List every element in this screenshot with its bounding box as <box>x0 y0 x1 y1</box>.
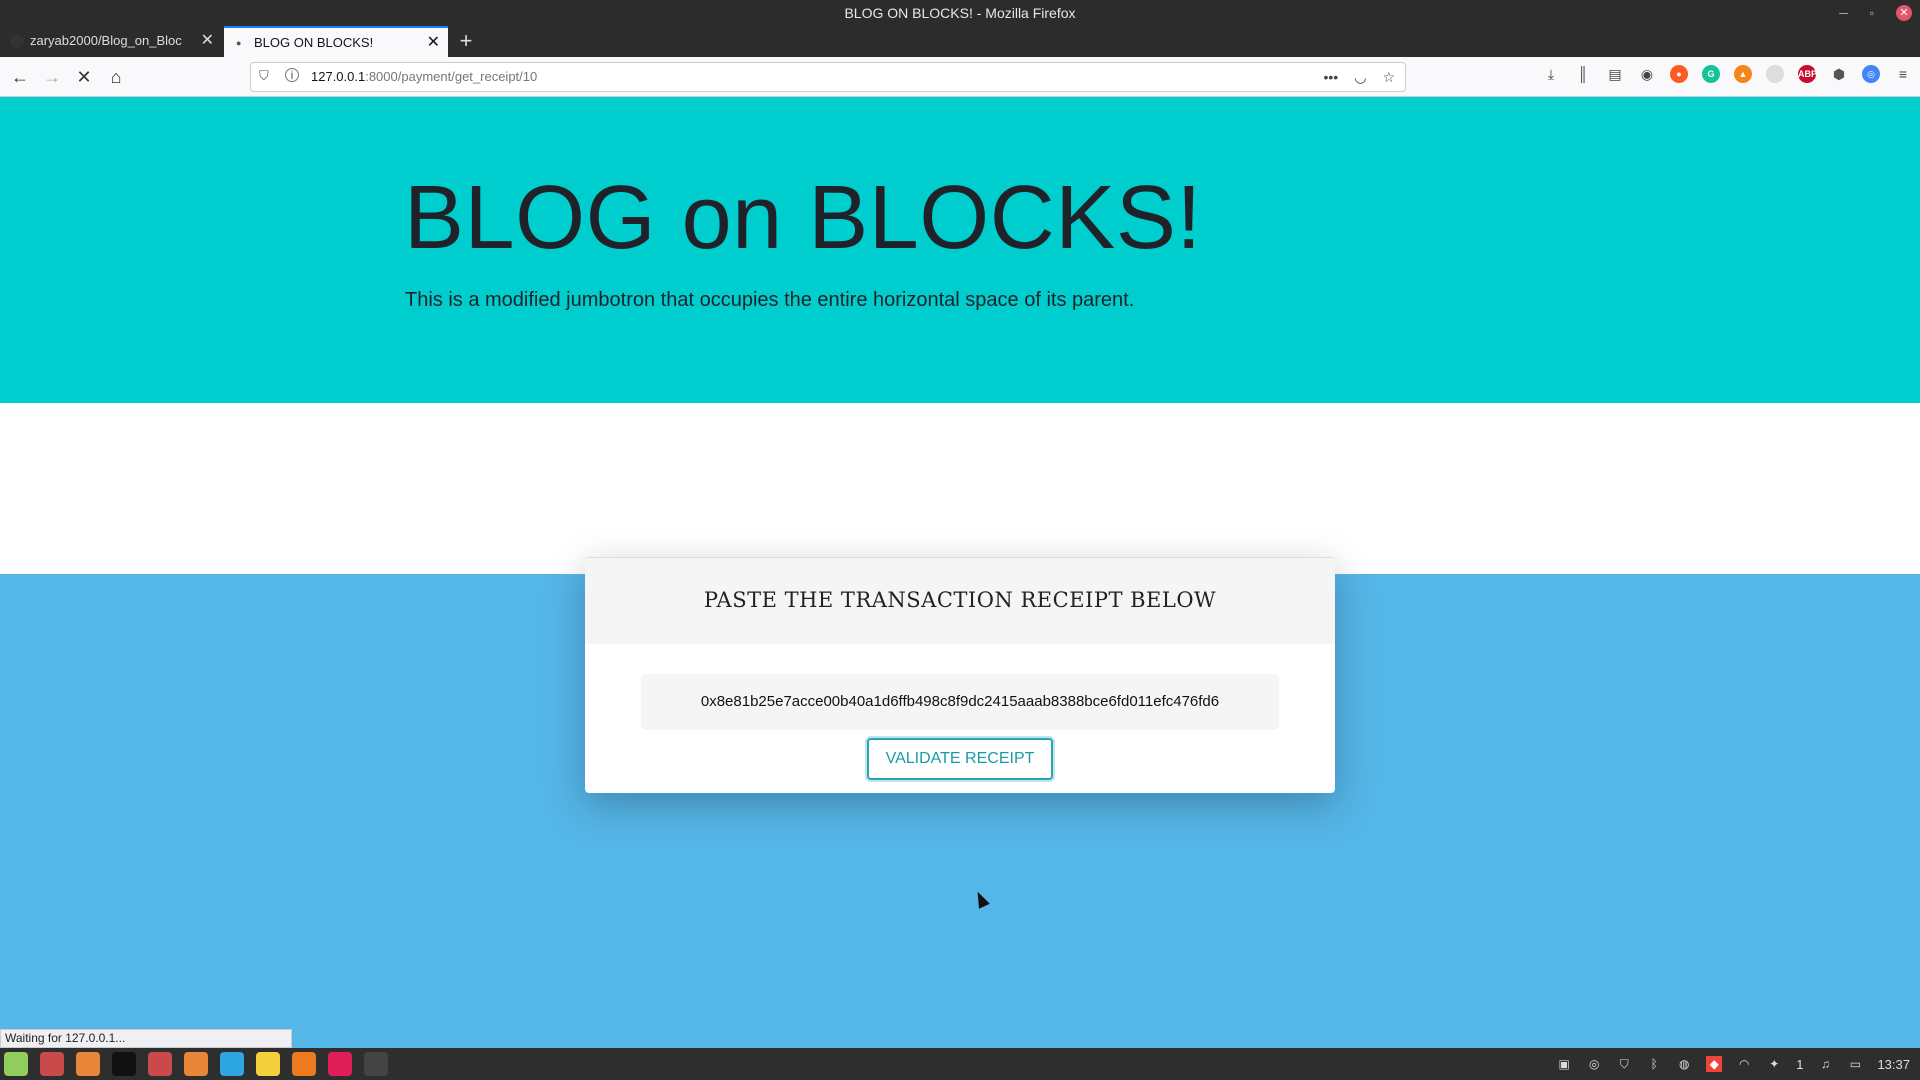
url-text[interactable]: 127.0.0.1:8000/payment/get_receipt/10 <box>311 63 537 91</box>
star-icon[interactable]: ☆ <box>1382 63 1395 91</box>
shield-icon[interactable]: ⛉ <box>259 68 269 84</box>
loading-dot-icon: ● <box>236 38 242 48</box>
window-titlebar: BLOG ON BLOCKS! - Mozilla Firefox ─ ▫ ✕ <box>0 0 1920 26</box>
firefox-icon[interactable] <box>76 1052 100 1076</box>
page-content: BLOG on BLOCKS! This is a modified jumbo… <box>0 97 1920 1048</box>
download-icon[interactable]: ⤓ <box>1542 65 1560 83</box>
grammarly-icon[interactable]: G <box>1702 65 1720 83</box>
bluetooth-icon[interactable]: ᛒ <box>1646 1056 1662 1072</box>
navigation-toolbar: ← → ✕ ⌂ ⛉ i 127.0.0.1:8000/payment/get_r… <box>0 57 1920 97</box>
folder-icon[interactable] <box>40 1052 64 1076</box>
tab-bar: zaryab2000/Blog_on_Bloc ✕ ● BLOG ON BLOC… <box>0 26 1920 57</box>
system-tray: ▣ ◎ ⛉ ᛒ ◍ ◆ ◠ ✦ 1 ♫ ▭ 13:37 <box>1556 1048 1910 1080</box>
anydesk-icon[interactable]: ◆ <box>1706 1056 1723 1072</box>
sublime-icon[interactable] <box>364 1052 388 1076</box>
files-icon[interactable] <box>148 1052 172 1076</box>
media-player-icon[interactable] <box>184 1052 208 1076</box>
close-window-icon[interactable]: ✕ <box>1896 5 1912 21</box>
terminal-icon[interactable] <box>112 1052 136 1076</box>
toolbar-icons: ⤓ ║ ▤ ◉ ● G ▲ ABP ⬢ ◎ ≡ <box>1542 65 1912 83</box>
notes-icon[interactable] <box>256 1052 280 1076</box>
tray-count: 1 <box>1796 1056 1804 1072</box>
status-bar: Waiting for 127.0.0.1... <box>0 1029 292 1048</box>
music-icon[interactable]: ♫ <box>1817 1056 1833 1072</box>
maximize-icon[interactable]: ▫ <box>1870 0 1874 26</box>
jumbotron-subtitle: This is a modified jumbotron that occupi… <box>405 289 1135 311</box>
info-icon[interactable]: i <box>285 68 299 82</box>
new-tab-icon[interactable]: + <box>456 26 476 57</box>
sidebar-icon[interactable]: ▤ <box>1606 65 1624 83</box>
window-controls: ─ ▫ ✕ <box>1839 0 1912 26</box>
tab-blog-on-blocks[interactable]: ● BLOG ON BLOCKS! ✕ <box>224 26 448 57</box>
extension-icon[interactable]: ● <box>1670 65 1688 83</box>
stop-icon[interactable]: ✕ <box>72 65 96 89</box>
forward-arrow-icon[interactable]: → <box>40 65 64 89</box>
minimize-icon[interactable]: ─ <box>1839 0 1848 26</box>
tab-label: BLOG ON BLOCKS! <box>254 35 374 50</box>
home-icon[interactable]: ⌂ <box>104 65 128 89</box>
validate-receipt-button[interactable]: VALIDATE RECEIPT <box>867 738 1053 780</box>
receipt-card: PASTE THE TRANSACTION RECEIPT BELOW 0x8e… <box>585 557 1335 793</box>
slack-icon[interactable] <box>328 1052 352 1076</box>
github-favicon-icon <box>10 34 24 48</box>
chrome-icon[interactable]: ◎ <box>1862 65 1880 83</box>
tab-github[interactable]: zaryab2000/Blog_on_Bloc ✕ <box>0 26 222 57</box>
library-icon[interactable]: ║ <box>1574 65 1592 83</box>
camera-icon[interactable]: ▣ <box>1556 1056 1572 1072</box>
jumbotron: BLOG on BLOCKS! This is a modified jumbo… <box>0 97 1920 403</box>
url-actions: ••• ◡ ☆ <box>1324 63 1396 91</box>
url-path: :8000/payment/get_receipt/10 <box>365 69 538 84</box>
telegram-icon[interactable] <box>220 1052 244 1076</box>
clock[interactable]: 13:37 <box>1877 1057 1910 1072</box>
wifi-icon[interactable]: ◠ <box>1736 1056 1752 1072</box>
receipt-input[interactable]: 0x8e81b25e7acce00b40a1d6ffb498c8f9dc2415… <box>641 674 1279 730</box>
pocket-icon[interactable]: ◡ <box>1354 63 1366 91</box>
tab-close-icon[interactable]: ✕ <box>201 26 214 56</box>
window-title: BLOG ON BLOCKS! - Mozilla Firefox <box>844 5 1076 21</box>
more-icon[interactable]: ••• <box>1324 63 1339 91</box>
notification-icon[interactable]: ✦ <box>1766 1056 1782 1072</box>
extension-icon[interactable] <box>1766 65 1784 83</box>
box-icon[interactable]: ⬢ <box>1830 65 1848 83</box>
tab-close-icon[interactable]: ✕ <box>427 28 440 57</box>
battery-icon[interactable]: ▭ <box>1847 1056 1863 1072</box>
url-host: 127.0.0.1 <box>311 69 366 84</box>
editor-icon[interactable] <box>292 1052 316 1076</box>
location-icon[interactable]: ◍ <box>1676 1056 1692 1072</box>
menu-launcher-icon[interactable] <box>4 1052 28 1076</box>
card-heading: PASTE THE TRANSACTION RECEIPT BELOW <box>585 558 1335 644</box>
menu-icon[interactable]: ≡ <box>1894 65 1912 83</box>
taskbar: ▣ ◎ ⛉ ᛒ ◍ ◆ ◠ ✦ 1 ♫ ▭ 13:37 <box>0 1048 1920 1080</box>
page-title: BLOG on BLOCKS! <box>404 168 1202 268</box>
back-arrow-icon[interactable]: ← <box>8 65 32 89</box>
account-icon[interactable]: ◉ <box>1638 65 1656 83</box>
chrome-tray-icon[interactable]: ◎ <box>1586 1056 1602 1072</box>
shield-tray-icon[interactable]: ⛉ <box>1616 1056 1632 1072</box>
tab-label: zaryab2000/Blog_on_Bloc <box>30 33 182 48</box>
metamask-icon[interactable]: ▲ <box>1734 65 1752 83</box>
address-bar[interactable]: ⛉ i 127.0.0.1:8000/payment/get_receipt/1… <box>250 62 1406 92</box>
taskbar-apps <box>4 1052 388 1076</box>
adblock-icon[interactable]: ABP <box>1798 65 1817 83</box>
